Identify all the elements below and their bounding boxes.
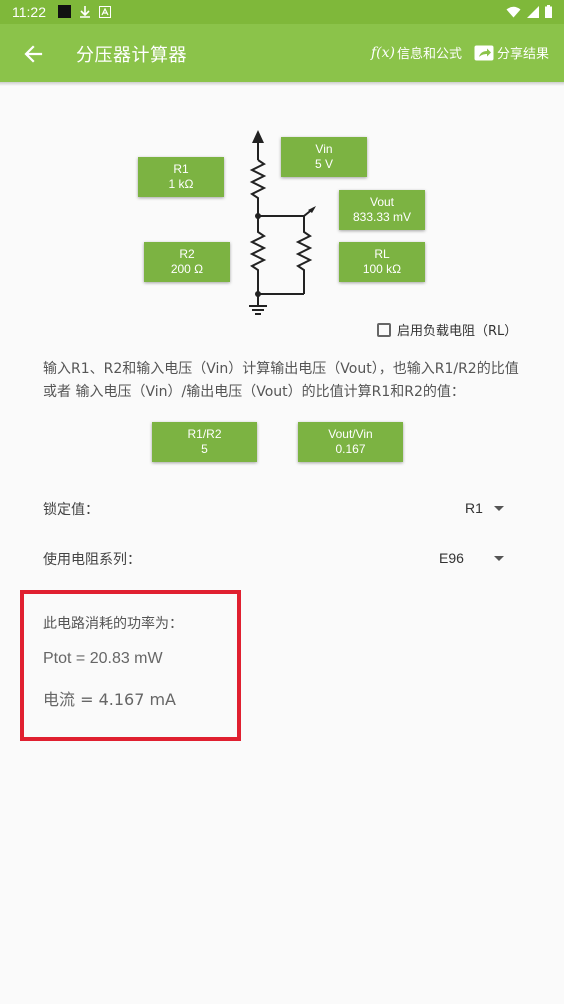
vout-vin-ratio-button[interactable]: Vout/Vin 0.167 bbox=[298, 422, 403, 462]
r1-input-button[interactable]: R1 1 kΩ bbox=[138, 157, 224, 197]
r1-label: R1 bbox=[173, 162, 189, 176]
vin-input-button[interactable]: Vin 5 V bbox=[281, 137, 367, 177]
rl-input-button[interactable]: RL 100 kΩ bbox=[339, 242, 425, 282]
load-resistor-label: 启用负载电阻（RL） bbox=[397, 324, 518, 339]
lock-value-dropdown[interactable]: R1 bbox=[455, 494, 515, 522]
r2-label: R2 bbox=[179, 247, 195, 261]
load-resistor-toggle[interactable]: 启用负载电阻（RL） bbox=[377, 320, 517, 339]
vout-value: 833.33 mV bbox=[352, 210, 412, 224]
r1-r2-ratio-label: R1/R2 bbox=[187, 427, 222, 441]
current-readout: 电流 = 4.167 mA bbox=[43, 690, 177, 709]
r2-value: 200 Ω bbox=[170, 262, 204, 276]
r2-resistor-symbol bbox=[249, 216, 267, 294]
vout-input-button[interactable]: Vout 833.33 mV bbox=[339, 190, 425, 230]
vout-vin-ratio-value: 0.167 bbox=[335, 442, 366, 456]
rl-resistor-symbol bbox=[295, 216, 313, 294]
vin-value: 5 V bbox=[314, 157, 333, 171]
r1-resistor-symbol bbox=[249, 159, 267, 216]
lock-value-selected: R1 bbox=[465, 500, 483, 516]
resistor-series-dropdown[interactable]: E96 bbox=[430, 544, 515, 572]
vout-vin-ratio-label: Vout/Vin bbox=[328, 427, 373, 441]
chevron-down-icon bbox=[494, 506, 504, 511]
resistor-series-selected: E96 bbox=[439, 550, 464, 566]
load-resistor-checkbox[interactable] bbox=[377, 322, 391, 337]
r1-value: 1 kΩ bbox=[168, 177, 194, 191]
rl-label: RL bbox=[374, 247, 390, 261]
chevron-down-icon bbox=[494, 556, 504, 561]
rl-value: 100 kΩ bbox=[362, 262, 402, 276]
power-section-title: 此电路消耗的功率为： bbox=[43, 616, 183, 632]
vin-label: Vin bbox=[315, 142, 333, 156]
resistor-series-label: 使用电阻系列： bbox=[43, 552, 141, 568]
vout-label: Vout bbox=[369, 195, 395, 209]
instructions-text: 输入R1、R2和输入电压（Vin）计算输出电压（Vout），也输入R1/R2的比… bbox=[43, 361, 519, 400]
r1-r2-ratio-button[interactable]: R1/R2 5 bbox=[152, 422, 257, 462]
lock-value-label: 锁定值： bbox=[43, 502, 99, 518]
r2-input-button[interactable]: R2 200 Ω bbox=[144, 242, 230, 282]
total-power-readout: Ptot = 20.83 mW bbox=[43, 650, 163, 667]
r1-r2-ratio-value: 5 bbox=[201, 442, 208, 456]
